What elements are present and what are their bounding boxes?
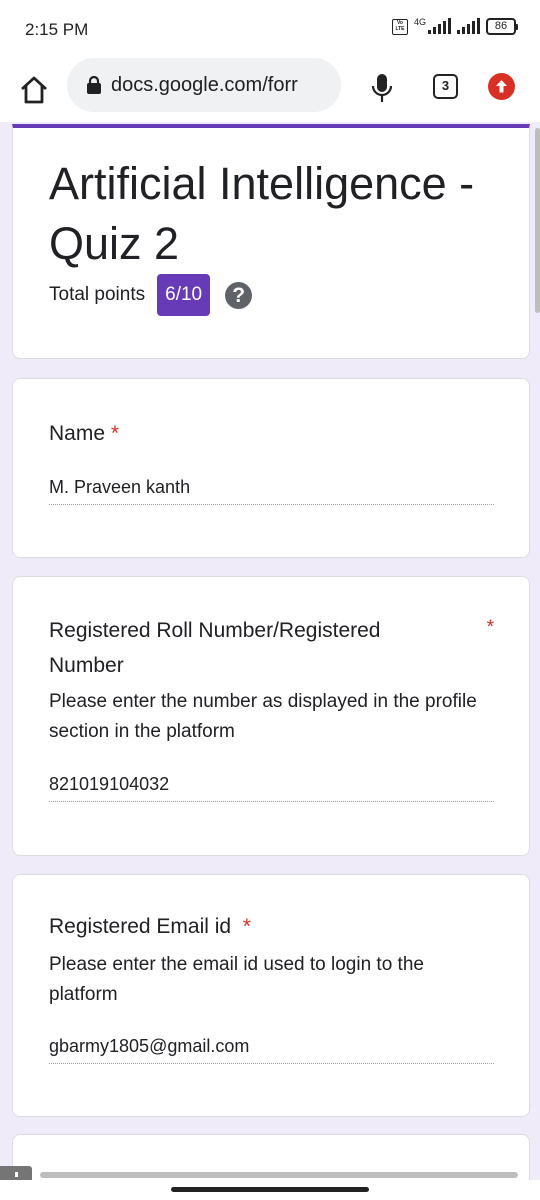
total-points-label: Total points <box>49 284 146 305</box>
question-title: Name * <box>49 416 119 451</box>
battery-level: 86 <box>486 18 516 35</box>
system-nav-bar <box>0 1180 540 1200</box>
required-asterisk: * <box>486 617 494 638</box>
form-content: Artificial Intelligence - Quiz 2 Total p… <box>0 124 540 1180</box>
lock-icon <box>87 76 101 94</box>
score-badge: 6/10 <box>157 274 211 316</box>
form-header-card: Artificial Intelligence - Quiz 2 Total p… <box>12 124 530 359</box>
network-type-label: 4G <box>413 16 426 27</box>
question-title-text: Name <box>49 422 106 445</box>
tab-switcher-button[interactable]: 3 <box>433 74 458 99</box>
microphone-icon[interactable] <box>370 72 394 109</box>
browser-toolbar: docs.google.com/forr 3 <box>0 58 540 122</box>
question-title: Registered Email id * <box>49 909 251 944</box>
answer-name: M. Praveen kanth <box>49 477 494 505</box>
update-icon[interactable] <box>488 73 515 100</box>
url-text: docs.google.com/forr <box>111 73 298 96</box>
signal-icon-sim2 <box>457 18 480 34</box>
home-icon[interactable] <box>18 74 50 106</box>
answer-roll-number: 821019104032 <box>49 774 494 802</box>
status-icons: Vo LTE 4G 86 <box>391 16 518 35</box>
status-time: 2:15 PM <box>25 20 89 39</box>
signal-icon-sim1 <box>428 18 451 34</box>
url-bar[interactable]: docs.google.com/forr <box>67 58 341 112</box>
vertical-scrollbar[interactable] <box>535 128 540 313</box>
horizontal-scrollbar[interactable] <box>40 1172 518 1178</box>
answer-email: gbarmy1805@gmail.com <box>49 1036 494 1064</box>
total-points-row: Total points 6/10 ? <box>49 274 253 316</box>
help-icon[interactable]: ? <box>225 281 253 309</box>
question-card-email: Registered Email id * Please enter the e… <box>12 874 530 1117</box>
question-title-text: Registered Email id <box>49 915 232 938</box>
question-card-name: Name * M. Praveen kanth <box>12 378 530 558</box>
form-title: Artificial Intelligence - Quiz 2 <box>49 158 475 269</box>
home-indicator[interactable] <box>171 1187 369 1192</box>
required-asterisk: * <box>110 422 120 445</box>
question-description: Please enter the number as displayed in … <box>49 691 477 742</box>
battery-icon: 86 <box>486 18 518 35</box>
volte-icon: Vo LTE <box>391 18 408 35</box>
status-bar: 2:15 PM Vo LTE 4G 86 <box>0 0 540 58</box>
question-title-text: Registered Roll Number/Registered Number <box>49 619 381 677</box>
question-description: Please enter the email id used to login … <box>49 954 424 1005</box>
question-card-roll-number: Registered Roll Number/Registered Number… <box>12 576 530 856</box>
required-asterisk: * <box>242 915 251 938</box>
